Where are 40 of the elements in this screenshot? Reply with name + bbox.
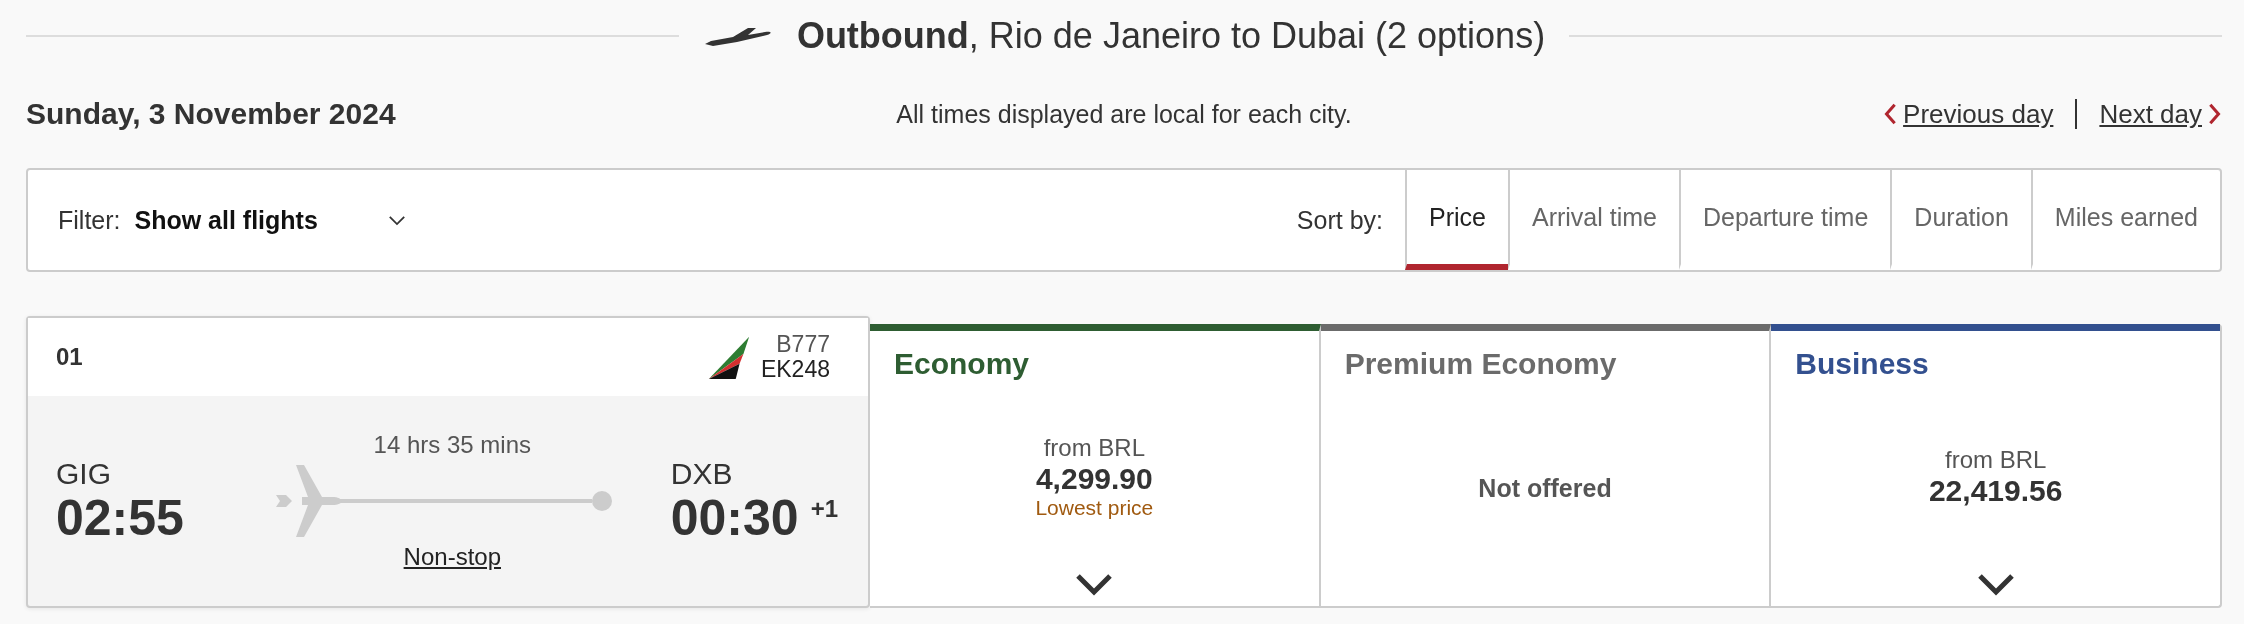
fare-column[interactable]: Premium Economy Not offered <box>1320 324 1772 606</box>
timezone-note: All times displayed are local for each city. <box>896 99 1352 129</box>
caret-icon <box>387 214 406 226</box>
section-title: Outbound, Rio de Janeiro to Dubai (2 options) <box>796 15 1546 57</box>
sort-tab[interactable]: Duration <box>1890 170 2031 270</box>
arrival-time: 00:30 <box>670 490 799 546</box>
fare-column[interactable]: Business from BRL 22,419.56 <box>1771 324 2220 606</box>
cabin-name: Business <box>1794 347 1929 381</box>
expand-chevron-icon[interactable] <box>1975 572 2016 596</box>
previous-day-link[interactable]: Previous day <box>1883 98 2054 130</box>
origin-code: GIG <box>56 456 112 491</box>
expand-chevron-icon[interactable] <box>1074 572 1115 596</box>
departure-time: 02:55 <box>56 490 184 546</box>
filter-label: Filter: <box>58 205 121 235</box>
sort-tab[interactable]: Arrival time <box>1508 170 1679 270</box>
stops-link[interactable]: Non-stop <box>403 543 501 571</box>
chevron-right-icon <box>2208 102 2222 126</box>
cabin-name: Premium Economy <box>1343 347 1617 381</box>
filter-dropdown[interactable]: Show all flights <box>130 205 410 235</box>
sort-label: Sort by: <box>1296 205 1383 235</box>
flight-duration: 14 hrs 35 mins <box>373 431 531 459</box>
date-heading: Sunday, 3 November 2024 <box>26 97 396 131</box>
price-prefix: from BRL <box>1945 445 2047 474</box>
destination-code: DXB <box>670 456 734 491</box>
day-offset: +1 <box>810 494 838 523</box>
price-amount: 22,419.56 <box>1928 473 2063 508</box>
sort-tab[interactable]: Price <box>1405 170 1508 270</box>
price-amount: 4,299.90 <box>1035 461 1153 496</box>
fare-column[interactable]: Economy from BRL 4,299.90 Lowest price <box>870 324 1321 606</box>
flight-number: EK248 <box>760 357 830 383</box>
not-offered-status: Not offered <box>1478 474 1612 503</box>
flight-index: 01 <box>56 343 83 371</box>
sort-tab[interactable]: Departure time <box>1679 170 1891 270</box>
aircraft-type: B777 <box>776 331 830 357</box>
next-day-link[interactable]: Next day <box>2099 98 2222 130</box>
cabin-name: Economy <box>893 347 1030 381</box>
sort-tab[interactable]: Miles earned <box>2030 170 2220 270</box>
chevron-left-icon <box>1883 102 1898 126</box>
price-prefix: from BRL <box>1043 433 1145 462</box>
lowest-price-tag: Lowest price <box>1035 495 1154 520</box>
